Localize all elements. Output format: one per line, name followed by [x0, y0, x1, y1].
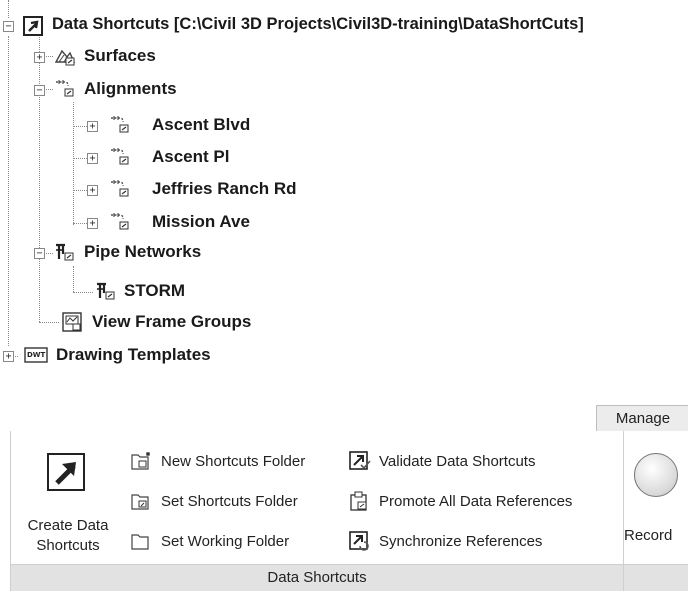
- set-shortcuts-folder-button[interactable]: Set Shortcuts Folder: [131, 489, 298, 513]
- expand-collapse-toggle[interactable]: −: [3, 21, 14, 32]
- tree-connector: [73, 190, 87, 191]
- expand-collapse-toggle[interactable]: +: [87, 218, 98, 229]
- tab-manage[interactable]: Manage: [596, 405, 688, 432]
- view-frame-group-icon: [62, 312, 82, 332]
- drawing-template-icon: DWT: [24, 345, 48, 365]
- tree-connector: [8, 36, 9, 346]
- data-shortcuts-icon: [23, 16, 43, 36]
- expand-collapse-toggle[interactable]: −: [34, 85, 45, 96]
- tree-connector: [73, 266, 74, 292]
- panel-title-data-shortcuts[interactable]: Data Shortcuts: [11, 564, 623, 591]
- pipe-network-icon: [56, 243, 74, 261]
- promote-all-data-references-label: Promote All Data References: [379, 492, 573, 510]
- manage-record-panel: Record: [623, 431, 688, 591]
- expand-collapse-toggle[interactable]: +: [87, 153, 98, 164]
- validate-data-shortcuts-button[interactable]: Validate Data Shortcuts: [349, 449, 535, 473]
- tree-connector: [39, 322, 59, 323]
- synchronize-references-button[interactable]: Synchronize References: [349, 529, 542, 553]
- record-label: Record: [624, 527, 673, 544]
- expand-collapse-toggle[interactable]: +: [3, 351, 14, 362]
- create-data-shortcuts-label: Create Data: [27, 517, 109, 534]
- ribbon: Manage Create Data Shortcuts New Shortcu…: [0, 405, 688, 591]
- shortcuts-folder-icon: [131, 494, 149, 510]
- tree-item-alignment[interactable]: Jeffries Ranch Rd: [152, 179, 297, 199]
- tree-connector: [73, 158, 87, 159]
- expand-collapse-toggle[interactable]: +: [34, 52, 45, 63]
- promote-all-data-references-button[interactable]: Promote All Data References: [349, 489, 572, 513]
- alignment-icon: [111, 148, 129, 165]
- data-shortcuts-panel: Create Data Shortcuts New Shortcuts Fold…: [10, 431, 624, 591]
- data-shortcuts-tree: − Data Shortcuts [C:\Civil 3D Projects\C…: [0, 0, 688, 380]
- new-folder-icon: [131, 452, 150, 470]
- record-button[interactable]: Record: [624, 443, 688, 553]
- tree-item-alignment[interactable]: Ascent Pl: [152, 147, 229, 167]
- tree-connector: [73, 292, 93, 293]
- panel-title-bar: [624, 564, 688, 591]
- tree-item-alignments[interactable]: Alignments: [84, 79, 177, 99]
- set-working-folder-button[interactable]: Set Working Folder: [131, 529, 289, 553]
- tree-item-data-shortcuts[interactable]: Data Shortcuts [C:\Civil 3D Projects\Civ…: [52, 15, 584, 34]
- expand-collapse-toggle[interactable]: +: [87, 121, 98, 132]
- create-data-shortcuts-label: Shortcuts: [36, 537, 100, 554]
- tree-item-view-frame-groups[interactable]: View Frame Groups: [92, 312, 251, 332]
- expand-collapse-toggle[interactable]: +: [87, 185, 98, 196]
- alignment-icon: [111, 213, 129, 230]
- synchronize-icon: [349, 531, 369, 551]
- folder-icon: [131, 534, 149, 550]
- tree-item-pipe-networks[interactable]: Pipe Networks: [84, 242, 201, 262]
- alignment-icon: [111, 116, 129, 133]
- tree-item-drawing-templates[interactable]: Drawing Templates: [56, 345, 211, 365]
- create-data-shortcuts-icon: [47, 453, 85, 491]
- tree-item-storm[interactable]: STORM: [124, 281, 185, 301]
- dwt-icon-text: DWT: [27, 351, 46, 359]
- set-shortcuts-folder-label: Set Shortcuts Folder: [161, 492, 298, 510]
- new-shortcuts-folder-label: New Shortcuts Folder: [161, 452, 306, 470]
- alignment-icon: [56, 80, 74, 97]
- tree-connector: [8, 0, 9, 18]
- tree-connector: [39, 32, 40, 322]
- tree-connector: [73, 126, 87, 127]
- tree-item-alignment[interactable]: Ascent Blvd: [152, 115, 250, 135]
- synchronize-references-label: Synchronize References: [379, 532, 543, 550]
- surface-icon: [55, 49, 75, 66]
- create-data-shortcuts-button[interactable]: Create Data Shortcuts: [13, 443, 123, 554]
- alignment-icon: [111, 180, 129, 197]
- promote-icon: [350, 491, 367, 511]
- tree-item-alignment[interactable]: Mission Ave: [152, 212, 250, 232]
- validate-data-shortcuts-label: Validate Data Shortcuts: [379, 452, 536, 470]
- expand-collapse-toggle[interactable]: −: [34, 248, 45, 259]
- set-working-folder-label: Set Working Folder: [161, 532, 290, 550]
- new-shortcuts-folder-button[interactable]: New Shortcuts Folder: [131, 449, 305, 473]
- tree-connector: [73, 102, 74, 225]
- validate-icon: [349, 451, 371, 470]
- tree-item-surfaces[interactable]: Surfaces: [84, 46, 156, 66]
- pipe-network-icon: [97, 282, 115, 300]
- tree-connector: [73, 223, 87, 224]
- record-icon: [634, 453, 678, 497]
